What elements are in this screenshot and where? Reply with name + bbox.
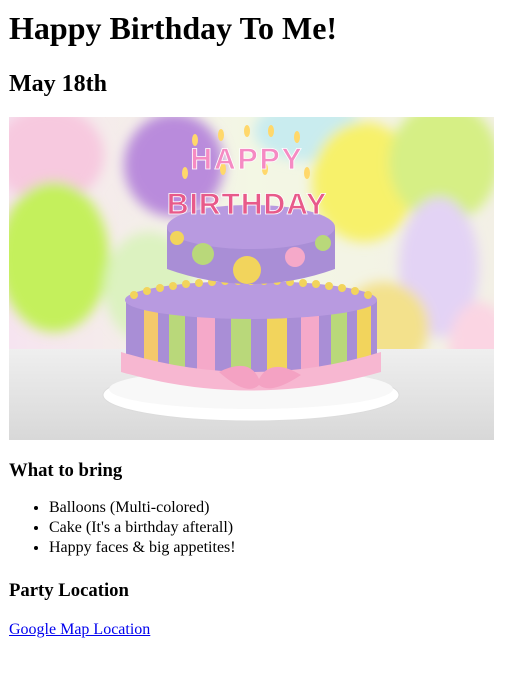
page-title: Happy Birthday To Me!	[9, 10, 338, 46]
what-to-bring-heading: What to bring	[9, 460, 123, 481]
page-content: Happy Birthday To Me! May 18th HAPPY BIR…	[0, 10, 522, 640]
cake-lettering-happy: HAPPY	[190, 143, 303, 176]
birthday-cake-image: HAPPY BIRTHDAY	[9, 117, 494, 440]
list-item: Happy faces & big appetites!	[49, 538, 513, 558]
party-location-heading: Party Location	[9, 580, 129, 601]
list-item: Balloons (Multi-colored)	[49, 498, 513, 518]
location-paragraph: Google Map Location	[9, 620, 513, 640]
party-date: May 18th	[9, 71, 107, 97]
cake-lettering-birthday: BIRTHDAY	[167, 188, 327, 221]
google-map-link[interactable]: Google Map Location	[9, 621, 150, 638]
list-item: Cake (It's a birthday afterall)	[49, 518, 513, 538]
bring-list: Balloons (Multi-colored) Cake (It's a bi…	[9, 498, 513, 558]
